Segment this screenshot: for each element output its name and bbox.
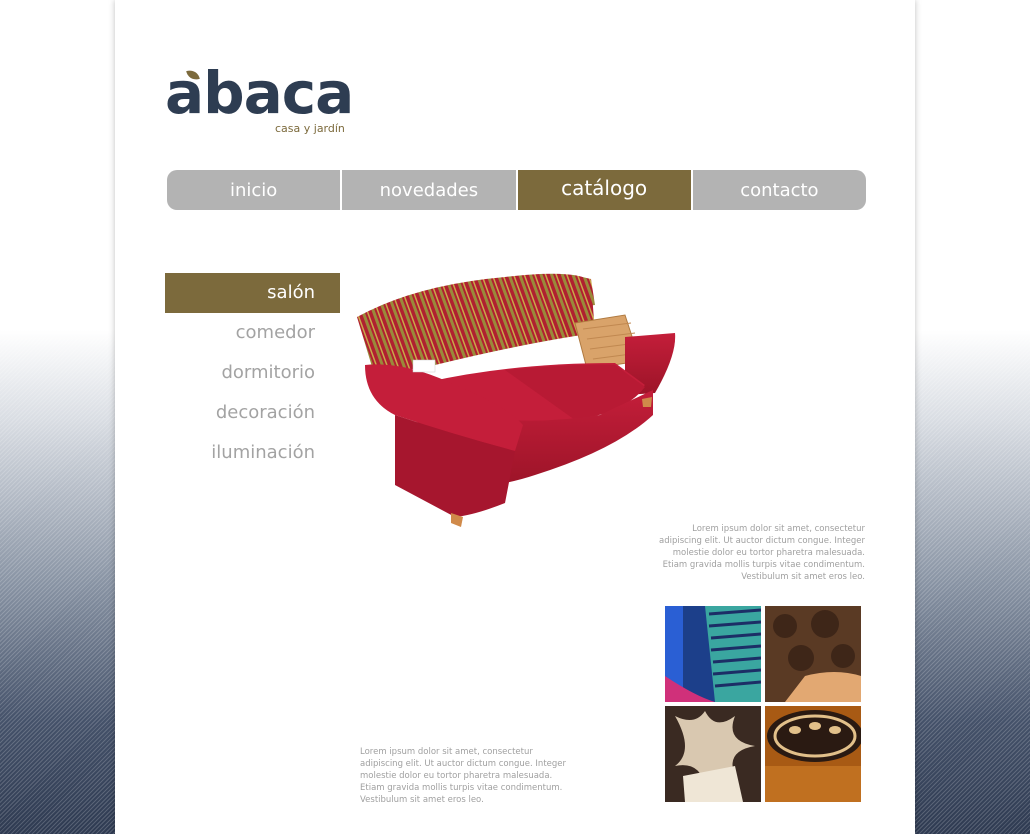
- logo-tagline: casa y jardín: [275, 122, 345, 135]
- category-sidebar: salón comedor dormitorio decoración ilum…: [165, 273, 340, 473]
- nav-tab-contacto[interactable]: contacto: [692, 170, 866, 210]
- brown-pattern-cushion-image[interactable]: [765, 606, 861, 702]
- thumbnail-grid: [665, 606, 861, 802]
- sidebar-item-decoracion[interactable]: decoración: [165, 393, 340, 433]
- main-navigation: inicio novedades catálogo contacto: [167, 170, 866, 210]
- page-container: abaca casa y jardín inicio novedades cat…: [115, 0, 915, 834]
- description-paragraph-right: Lorem ipsum dolor sit amet, consectetur …: [658, 524, 865, 582]
- red-sofa-image: [357, 273, 676, 527]
- sidebar-item-comedor[interactable]: comedor: [165, 313, 340, 353]
- blue-striped-cushion-image[interactable]: [665, 606, 761, 702]
- logo-wordmark: abaca: [165, 59, 354, 127]
- description-paragraph-left: Lorem ipsum dolor sit amet, consectetur …: [360, 747, 567, 805]
- sidebar-item-dormitorio[interactable]: dormitorio: [165, 353, 340, 393]
- abaca-logo[interactable]: abaca casa y jardín: [165, 58, 354, 138]
- nav-tab-inicio[interactable]: inicio: [167, 170, 341, 210]
- floral-cushion-image[interactable]: [665, 706, 761, 802]
- sidebar-item-iluminacion[interactable]: iluminación: [165, 433, 340, 473]
- sidebar-item-salon[interactable]: salón: [165, 273, 340, 313]
- nav-tab-catalogo[interactable]: catálogo: [517, 170, 691, 210]
- nav-tab-novedades[interactable]: novedades: [342, 170, 516, 210]
- decorative-plate-image[interactable]: [765, 706, 861, 802]
